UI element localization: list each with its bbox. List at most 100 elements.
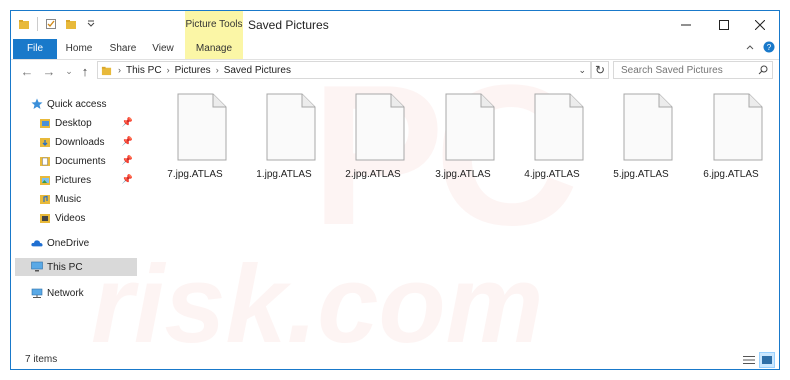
file-icon <box>623 93 673 161</box>
file-name: 5.jpg.ATLAS <box>613 169 669 180</box>
chevron-right-icon: › <box>118 65 121 75</box>
address-row: ← → ⌄ ↑ › This PC › Pictures › Saved Pic… <box>11 60 779 82</box>
file-item[interactable]: 2.jpg.ATLAS <box>341 93 405 183</box>
ribbon-tabs: File Home Share View Manage <box>11 39 779 60</box>
chevron-right-icon: › <box>166 65 170 75</box>
properties-icon[interactable] <box>44 17 58 31</box>
sidebar-item-label: Documents <box>55 155 106 167</box>
file-item[interactable]: 5.jpg.ATLAS <box>609 93 673 183</box>
toolbar-divider <box>37 17 38 31</box>
recent-locations-button[interactable]: ⌄ <box>61 63 77 79</box>
file-item[interactable]: 3.jpg.ATLAS <box>431 93 495 183</box>
file-item[interactable]: 1.jpg.ATLAS <box>252 93 316 183</box>
chevron-right-icon: › <box>215 65 219 75</box>
music-folder-icon <box>39 193 51 205</box>
file-item[interactable]: 4.jpg.ATLAS <box>520 93 584 183</box>
file-name: 2.jpg.ATLAS <box>345 169 401 180</box>
pin-icon[interactable]: 📌 <box>122 136 133 147</box>
tab-home[interactable]: Home <box>61 39 97 59</box>
quick-access-toolbar <box>17 17 98 31</box>
file-icon <box>713 93 763 161</box>
computer-icon <box>31 261 43 273</box>
sidebar-item-documents[interactable]: Documents 📌 <box>39 152 135 170</box>
maximize-button[interactable] <box>705 11 743 39</box>
file-name: 4.jpg.ATLAS <box>524 169 580 180</box>
tab-file[interactable]: File <box>13 39 57 59</box>
search-icon[interactable] <box>758 65 768 75</box>
sidebar-item-label: Videos <box>55 212 86 224</box>
tab-manage[interactable]: Manage <box>185 39 243 59</box>
file-name: 7.jpg.ATLAS <box>167 169 223 180</box>
sidebar-item-videos[interactable]: Videos <box>39 209 135 227</box>
title-bar: Picture Tools Saved Pictures <box>11 11 779 39</box>
sidebar-item-label: Desktop <box>55 117 92 129</box>
file-item[interactable]: 6.jpg.ATLAS <box>699 93 763 183</box>
sidebar-item-label: Downloads <box>55 136 105 148</box>
customize-toolbar-icon[interactable] <box>84 17 98 31</box>
sidebar-item-label: Network <box>47 287 84 299</box>
file-icon <box>177 93 227 161</box>
back-button[interactable]: ← <box>19 63 35 79</box>
file-name: 1.jpg.ATLAS <box>256 169 312 180</box>
breadcrumb-saved-pictures[interactable]: Saved Pictures <box>221 65 294 76</box>
sidebar-item-label: OneDrive <box>47 237 90 249</box>
desktop-folder-icon <box>39 117 51 129</box>
file-name: 6.jpg.ATLAS <box>703 169 759 180</box>
sidebar-item-label: Music <box>55 193 82 205</box>
videos-folder-icon <box>39 212 51 224</box>
forward-button[interactable]: → <box>41 63 57 79</box>
up-button[interactable]: ↑ <box>77 63 93 79</box>
network-icon <box>31 287 43 299</box>
breadcrumb-pictures[interactable]: Pictures <box>172 65 214 76</box>
large-icons-view-icon[interactable] <box>759 352 775 368</box>
sidebar-item-quick-access[interactable]: Quick access <box>31 95 151 113</box>
new-folder-icon[interactable] <box>64 17 78 31</box>
sidebar-item-downloads[interactable]: Downloads 📌 <box>39 133 135 151</box>
cloud-icon <box>31 237 43 249</box>
picture-tools-label: Picture Tools <box>185 11 243 39</box>
pictures-folder-icon <box>39 174 51 186</box>
address-bar[interactable]: › This PC › Pictures › Saved Pictures ⌄ <box>97 61 591 79</box>
details-view-icon[interactable] <box>741 352 757 368</box>
file-name: 3.jpg.ATLAS <box>435 169 491 180</box>
sidebar-item-network[interactable]: Network <box>31 284 135 302</box>
sidebar-item-pictures[interactable]: Pictures 📌 <box>39 171 135 189</box>
documents-folder-icon <box>39 155 51 167</box>
file-list: 7.jpg.ATLAS 1.jpg.ATLAS 2.jpg.ATLAS 3.jp… <box>137 89 777 351</box>
pin-icon[interactable]: 📌 <box>122 155 133 166</box>
file-icon <box>355 93 405 161</box>
explorer-window: PC risk.com Picture Tools Saved Pictures <box>10 10 780 370</box>
star-icon <box>31 98 43 110</box>
pin-icon[interactable]: 📌 <box>122 174 133 185</box>
sidebar-item-desktop[interactable]: Desktop 📌 <box>39 114 135 132</box>
item-count: 7 items <box>25 354 58 365</box>
refresh-button[interactable]: ↻ <box>591 61 609 79</box>
sidebar-item-label: This PC <box>47 261 83 273</box>
folder-icon <box>101 65 112 76</box>
file-item[interactable]: 7.jpg.ATLAS <box>163 93 227 183</box>
address-dropdown-icon[interactable]: ⌄ <box>578 65 586 76</box>
ribbon-right-controls: ? <box>745 41 775 56</box>
tab-share[interactable]: Share <box>105 39 141 59</box>
expand-ribbon-icon[interactable] <box>745 42 755 56</box>
window-title: Saved Pictures <box>248 18 329 32</box>
breadcrumb-this-pc[interactable]: This PC <box>123 65 165 76</box>
pin-icon[interactable]: 📌 <box>122 117 133 128</box>
search-box[interactable] <box>613 61 773 79</box>
search-input[interactable] <box>619 63 753 77</box>
status-bar: 7 items <box>11 351 779 369</box>
file-icon <box>266 93 316 161</box>
tab-view[interactable]: View <box>147 39 179 59</box>
sidebar-item-label: Quick access <box>47 98 107 110</box>
help-icon[interactable]: ? <box>763 41 775 56</box>
svg-text:?: ? <box>767 43 772 52</box>
sidebar-item-music[interactable]: Music <box>39 190 135 208</box>
sidebar-item-this-pc[interactable]: This PC <box>15 258 137 276</box>
sidebar-item-onedrive[interactable]: OneDrive <box>31 234 135 252</box>
file-icon <box>445 93 495 161</box>
close-button[interactable] <box>741 11 779 39</box>
folder-icon <box>17 17 31 31</box>
file-icon <box>534 93 584 161</box>
minimize-button[interactable] <box>667 11 705 39</box>
navigation-pane: Quick access Desktop 📌 Downloads 📌 Docum… <box>11 89 137 351</box>
